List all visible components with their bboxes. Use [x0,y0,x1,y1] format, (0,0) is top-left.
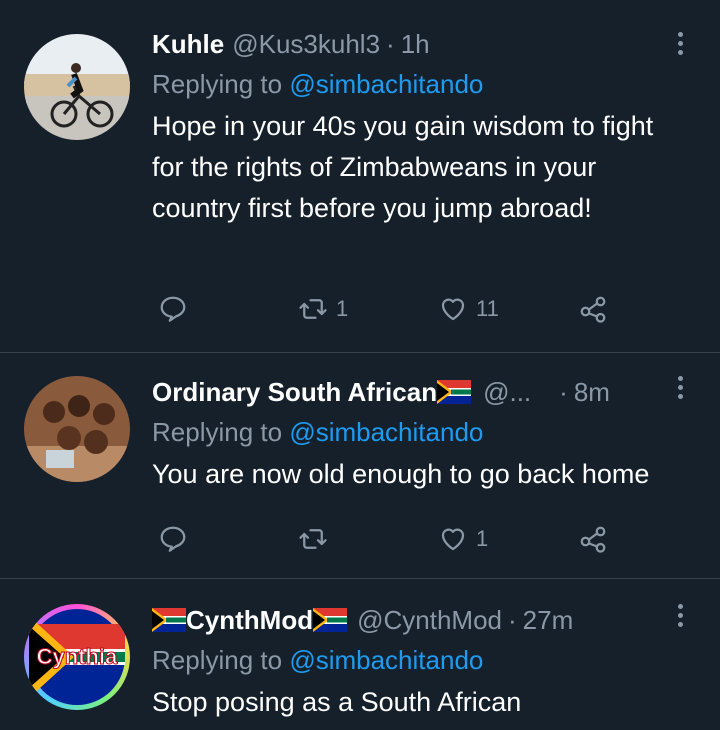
mention-link[interactable]: @simbachitando [289,417,483,447]
timestamp[interactable]: 27m [523,604,574,636]
south-africa-flag-icon [313,608,348,632]
replying-to: Replying to @simbachitando [152,416,720,448]
handle[interactable]: @Kus3kuhl3 [232,28,380,60]
handle[interactable]: @... [483,376,531,408]
like-button[interactable]: 1 [438,524,488,554]
display-name[interactable]: CynthMod [186,604,313,636]
display-name[interactable]: Ordinary South African [152,376,437,408]
children-avatar-image [24,376,130,482]
retweet-icon [299,529,327,549]
tweet-text: You are now old enough to go back home [152,459,650,489]
avatar-ordinary-south-african[interactable] [24,376,130,482]
replying-to-label: Replying to [152,645,283,675]
avatar-cynthmod[interactable]: Cynthia [24,604,130,710]
tweet-header: CynthMod @CynthMod · 27m [152,604,720,636]
tweet-header: Kuhle @Kus3kuhl3 · 1h [152,28,720,60]
like-count: 1 [476,526,489,551]
display-name[interactable]: Kuhle [152,28,224,60]
more-options-icon[interactable] [678,604,684,627]
tweet-text: Hope in your 40s you gain wisdom to figh… [152,111,654,223]
share-button[interactable] [578,294,608,324]
replying-to-label: Replying to [152,417,283,447]
share-button[interactable] [578,524,608,554]
replying-to: Replying to @simbachitando [152,68,720,100]
reply-button[interactable] [158,294,188,324]
tweet-1[interactable]: Kuhle @Kus3kuhl3 · 1h Replying to @simba… [0,0,720,353]
timestamp[interactable]: 8m [574,376,610,408]
avatar-kuhle[interactable] [24,34,130,140]
retweet-icon [299,299,327,319]
tweet-text: Stop posing as a South African [152,687,522,717]
south-africa-flag-icon [152,608,186,632]
tweet-2[interactable]: Ordinary South African @... · 8m Replyin… [0,352,720,579]
retweet-count: 1 [336,296,349,321]
mention-link[interactable]: @simbachitando [289,69,483,99]
tweet-3[interactable]: Cynthia CynthMod @CynthMod · 27m Replyin… [0,578,720,730]
timestamp[interactable]: 1h [401,28,430,60]
mention-link[interactable]: @simbachitando [289,645,483,675]
avatar-text: Cynthia [37,644,118,669]
more-options-icon[interactable] [678,376,684,399]
like-button[interactable]: 11 [438,294,499,324]
separator-dot: · [508,605,517,635]
replying-to-label: Replying to [152,69,283,99]
retweet-button[interactable]: 1 [298,294,348,324]
cyclist-avatar-image [24,34,130,140]
handle[interactable]: @CynthMod [357,604,502,636]
separator-dot: · [386,29,395,59]
retweet-button[interactable] [298,524,336,554]
share-icon [580,526,606,553]
more-options-icon[interactable] [678,32,684,55]
reply-icon [160,526,186,552]
reply-button[interactable] [158,524,188,554]
tweet-header: Ordinary South African @... · 8m [152,376,720,408]
heart-icon [441,528,465,551]
south-africa-flag-icon [437,380,472,404]
reply-icon [160,296,186,322]
cynthia-flag-avatar-image: Cynthia [29,609,125,705]
heart-icon [441,298,465,321]
share-icon [580,296,606,323]
like-count: 11 [476,296,499,321]
replying-to: Replying to @simbachitando [152,644,720,676]
separator-dot: · [559,377,568,407]
